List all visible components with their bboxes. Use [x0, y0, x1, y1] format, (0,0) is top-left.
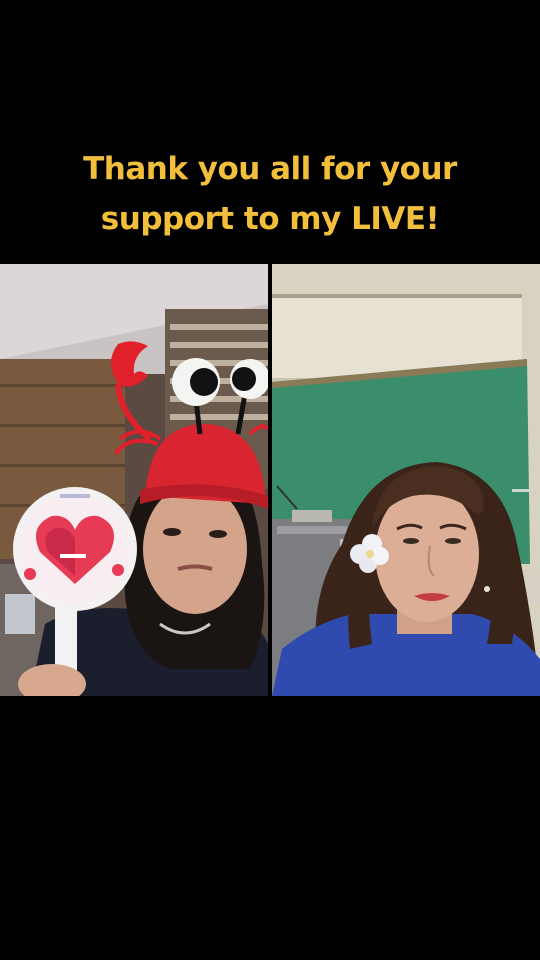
caption-line-1: Thank you all for your: [83, 151, 457, 187]
video-caption: Thank you all for your support to my LIV…: [20, 144, 520, 244]
guest-video-feed[interactable]: [272, 264, 540, 696]
caption-line-2: support to my LIVE!: [100, 201, 440, 237]
host-video-frame: [0, 264, 268, 696]
guest-video-frame: [272, 264, 540, 696]
live-split-screen: [0, 264, 540, 696]
host-video-feed[interactable]: [0, 264, 268, 696]
